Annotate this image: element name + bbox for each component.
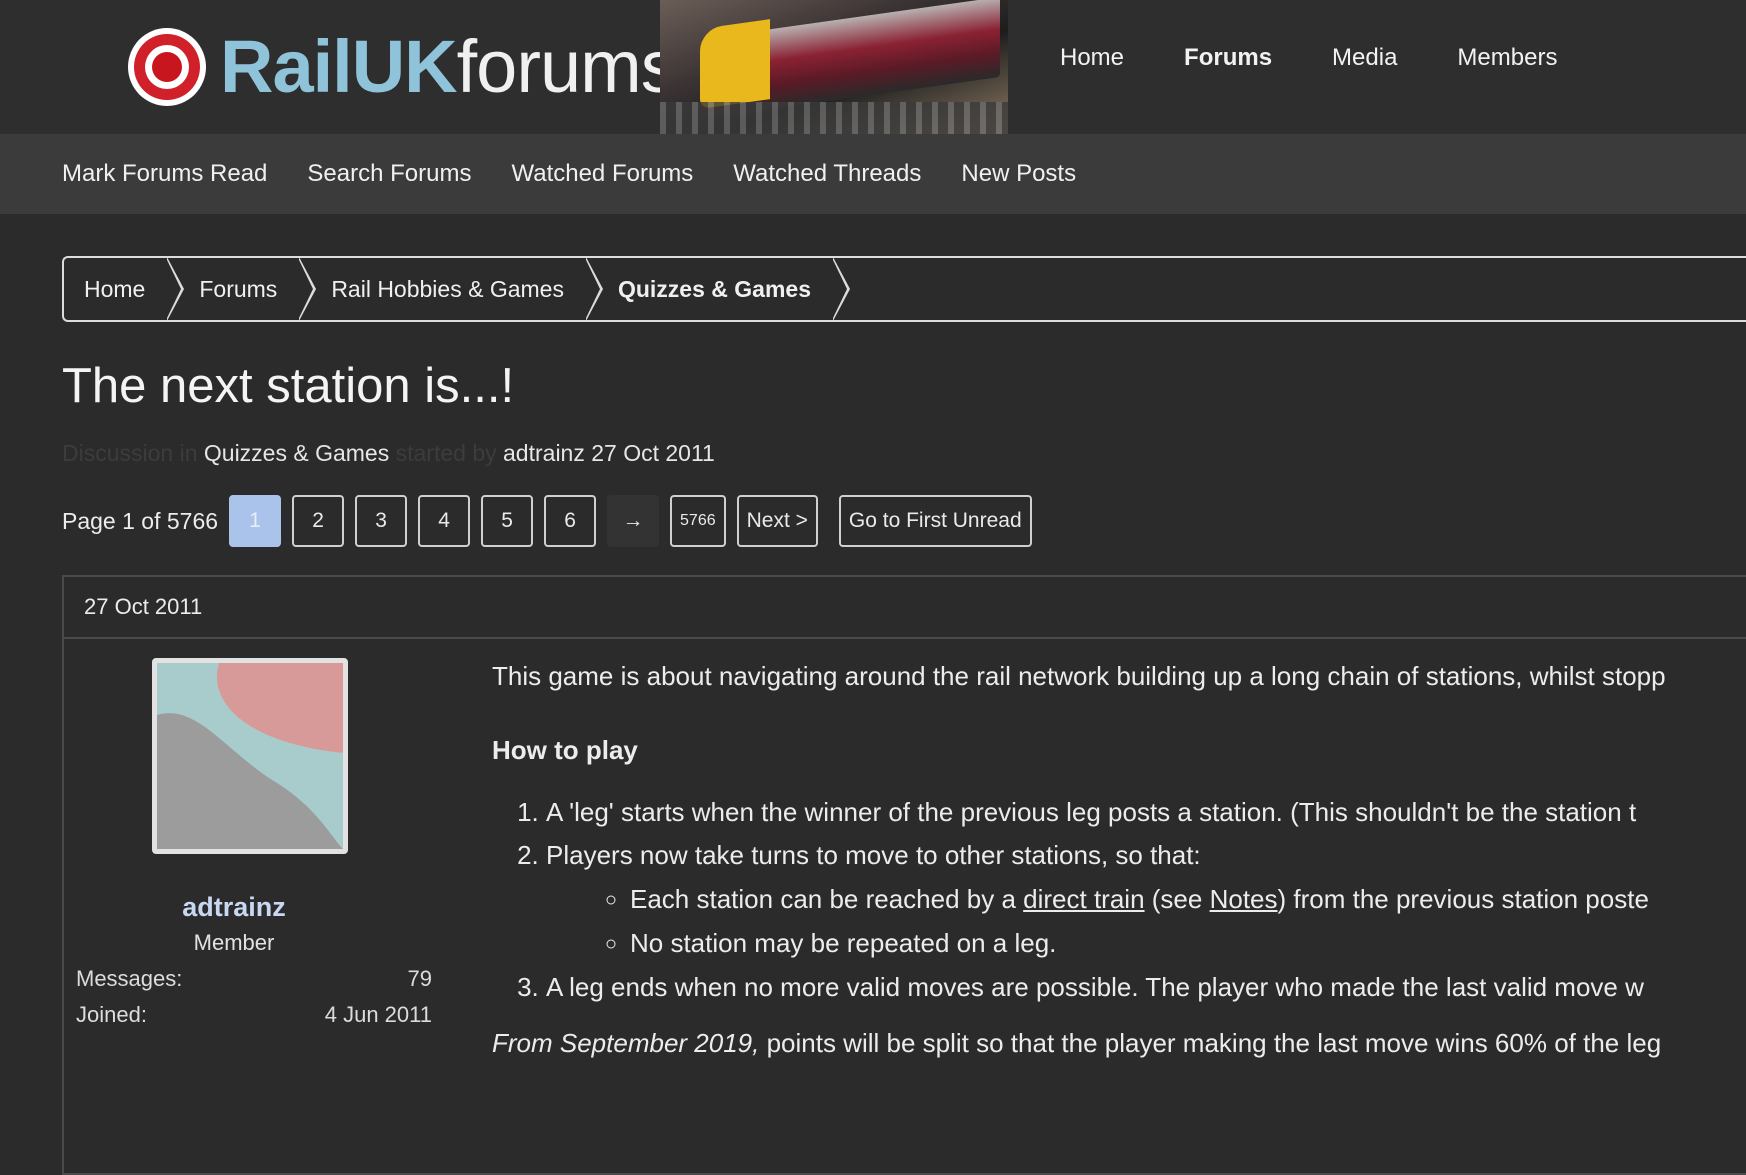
site-logo[interactable]: RailUKforums [128,22,678,112]
meta-started-by: started by [395,440,497,466]
sub-nav: Mark Forums Read Search Forums Watched F… [0,134,1746,214]
page-1-button[interactable]: 1 [229,495,282,547]
pagination: Page 1 of 5766 1 2 3 4 5 6 → 5766 Next >… [62,493,1043,549]
post-intro: This game is about navigating around the… [492,661,1666,691]
logo-target-icon [128,28,206,106]
breadcrumb-rail-hobbies[interactable]: Rail Hobbies & Games [299,257,603,321]
post-container: 27 Oct 2011 adtrainz Member Messages: 79… [62,575,1746,1175]
meta-forum-link[interactable]: Quizzes & Games [204,440,389,466]
next-page-button[interactable]: Next > [736,495,818,547]
page-skip-arrow-icon[interactable]: → [607,495,660,547]
messages-value: 79 [407,966,432,991]
joined-stat: Joined: 4 Jun 2011 [76,1002,432,1028]
post-username[interactable]: adtrainz [64,892,404,923]
page-5-button[interactable]: 5 [481,495,534,547]
post-body: This game is about navigating around the… [492,660,1746,1060]
mark-forums-read-link[interactable]: Mark Forums Read [62,160,267,188]
messages-stat: Messages: 79 [76,966,432,992]
joined-label: Joined: [76,1002,147,1027]
page-last-button[interactable]: 5766 [670,495,726,547]
breadcrumb: Home Forums Rail Hobbies & Games Quizzes… [62,256,1746,322]
page-6-button[interactable]: 6 [544,495,597,547]
breadcrumb-forums[interactable]: Forums [167,257,317,321]
rule-sublist: Each station can be reached by a direct … [546,883,1746,961]
rule-item-1: A 'leg' starts when the winner of the pr… [546,796,1746,830]
page-count-label: Page 1 of 5766 [62,507,219,534]
thread-meta: Discussion in Quizzes & Games started by… [62,440,715,467]
thread-title: The next station is...! [62,359,515,413]
site-header: RailUKforums Home Forums Media Members [0,0,1746,134]
watched-threads-link[interactable]: Watched Threads [733,160,921,188]
points-note: From September 2019, points will be spli… [492,1027,1662,1058]
top-nav-members[interactable]: Members [1457,44,1557,72]
breadcrumb-quizzes-games[interactable]: Quizzes & Games [586,257,850,321]
direct-train-link[interactable]: direct train [1023,884,1144,914]
sub-rule-1: Each station can be reached by a direct … [630,883,1746,917]
top-nav-forums[interactable]: Forums [1184,44,1272,72]
sub-rule-2: No station may be repeated on a leg. [630,927,1746,961]
breadcrumb-home[interactable]: Home [64,257,185,321]
new-posts-link[interactable]: New Posts [961,160,1076,188]
top-nav-home[interactable]: Home [1060,44,1124,72]
how-to-play-heading: How to play [492,734,638,765]
page-3-button[interactable]: 3 [355,495,408,547]
watched-forums-link[interactable]: Watched Forums [511,160,693,188]
joined-value: 4 Jun 2011 [324,1002,432,1027]
search-forums-link[interactable]: Search Forums [307,160,471,188]
page-4-button[interactable]: 4 [418,495,471,547]
post-date: 27 Oct 2011 [64,577,1746,639]
post-user-role: Member [193,930,275,955]
go-to-first-unread-button[interactable]: Go to First Unread [838,495,1032,547]
meta-prefix: Discussion in [62,440,198,466]
notes-link[interactable]: Notes [1210,884,1278,914]
messages-label: Messages: [76,966,183,991]
rules-list: A 'leg' starts when the winner of the pr… [492,796,1746,1005]
rule-item-2: Players now take turns to move to other … [546,839,1746,960]
meta-date: 27 Oct 2011 [591,440,715,466]
page-2-button[interactable]: 2 [292,495,345,547]
meta-author-link[interactable]: adtrainz [503,440,585,466]
top-nav-media[interactable]: Media [1332,44,1397,72]
avatar[interactable] [152,658,348,854]
train-banner-image [660,0,1008,134]
logo-text: RailUKforums [220,25,678,108]
rule-item-3: A leg ends when no more valid moves are … [546,971,1746,1005]
top-nav: Home Forums Media Members [1060,44,1617,72]
